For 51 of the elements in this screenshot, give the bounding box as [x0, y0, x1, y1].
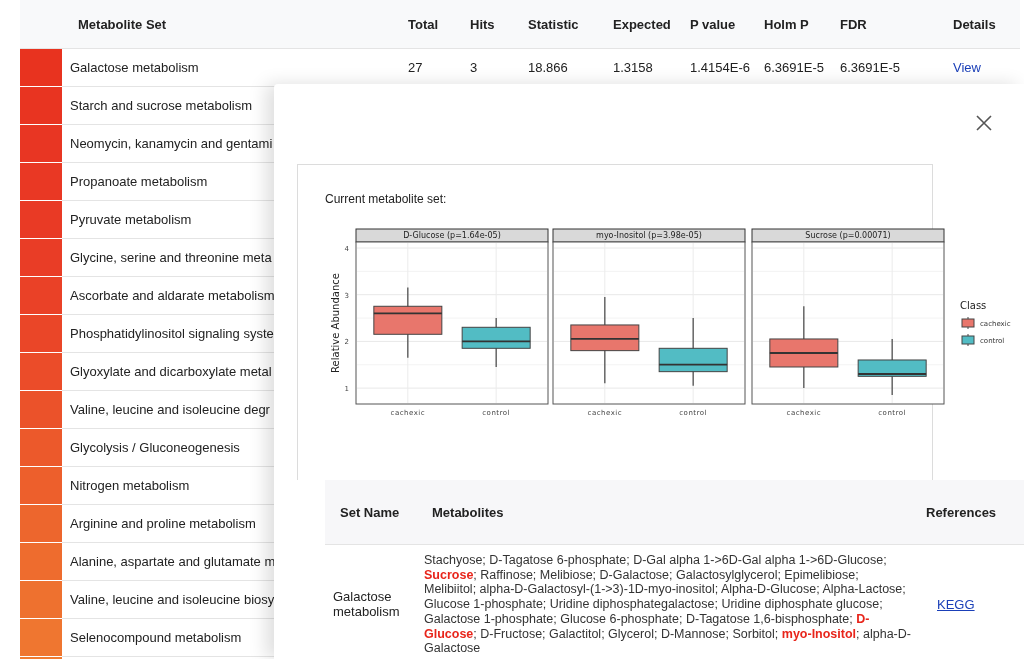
table-cell: Glycolysis / Gluconeogenesis — [70, 440, 240, 455]
box-whisker-drawing — [372, 287, 443, 359]
table-cell: Nitrogen metabolism — [70, 478, 190, 493]
table-cell: Neomycin, kanamycin and gentami — [70, 136, 273, 151]
axis-title: Relative Abundance — [330, 273, 341, 373]
table-cell: Pyruvate metabolism — [70, 212, 192, 227]
reference-link[interactable]: KEGG — [937, 596, 975, 612]
table-cell: 18.866 — [528, 60, 568, 75]
table-cell: Selenocompound metabolism — [70, 630, 242, 645]
table-cell: 1.3158 — [613, 60, 653, 75]
table-cell: Valine, leucine and isoleucine biosy — [70, 592, 275, 607]
table-cell: Galactose metabolism — [70, 60, 199, 75]
close-button[interactable] — [975, 114, 993, 132]
view-link[interactable]: View — [953, 60, 981, 75]
table-cell: 6.3691E-5 — [840, 60, 900, 75]
column-header: Details — [952, 15, 997, 34]
table-cell: 1.4154E-6 — [690, 60, 750, 75]
box-whisker-drawing — [658, 317, 729, 387]
table-cell: Ascorbate and aldarate metabolism — [70, 288, 275, 303]
table-cell: 6.3691E-5 — [764, 60, 824, 75]
column-header: Set Name — [340, 504, 400, 520]
table-cell: 27 — [408, 60, 423, 75]
column-header: Metabolites — [432, 504, 504, 520]
strip-label: D-Glucose (p=1.64e-05) — [403, 231, 501, 240]
table-cell: Phosphatidylinositol signaling syste — [70, 326, 274, 341]
table-cell: Glycine, serine and threonine meta — [70, 250, 272, 265]
table-cell: 3 — [470, 60, 478, 75]
strip-label: myo-Inositol (p=3.98e-05) — [596, 231, 702, 240]
column-header: FDR — [839, 15, 868, 34]
table-cell: Starch and sucrose metabolism — [70, 98, 253, 113]
close-icon — [976, 115, 992, 131]
column-header: Total — [407, 15, 440, 34]
table-cell: Valine, leucine and isoleucine degr — [70, 402, 270, 417]
table-cell: Arginine and proline metabolism — [70, 516, 256, 531]
table-cell: Alanine, aspartate and glutamate m — [70, 554, 276, 569]
legend-title: Class — [960, 300, 987, 311]
section-label: Current metabolite set: — [325, 192, 448, 206]
box-whisker-drawing — [461, 317, 532, 368]
column-header: P value — [689, 15, 737, 34]
column-header: Hits — [469, 15, 496, 34]
table-cell: Propanoate metabolism — [70, 174, 208, 189]
box-whisker-drawing — [857, 338, 928, 396]
metabolite-list: Stachyose; D-Tagatose 6-phosphate; D-Gal alpha 1->6D-Gal alpha 1->6D-Glucose; Sucrose; Raffinose; Melibiose; D-Galactose; Galactosylglycerol; Epimelibiose; Melibiitol; alpha-D-Galactosyl-(1->3)-1D-myo-inositol; Alpha-D-Glucose; Alpha-Lactose; Glucose 1-phosphate; Uridine diphosphategalactose; Uridine diphosphate glucose; Galactose 1-phosphate; Glucose 6-phosphate; D-Tagatose 1,6-bisphosphate; D-Glucose; D-Fructose; Galactitol; Glycerol; D-Mannose; Sorbitol; myo-Inositol; alpha-D-Galactose — [424, 553, 912, 656]
column-header: References — [926, 504, 997, 520]
column-header: Statistic — [527, 15, 580, 34]
strip-label: Sucrose (p=0.00071) — [805, 231, 891, 240]
column-header: Holm P — [763, 15, 810, 34]
table-cell-text: Galactose metabolism — [333, 589, 401, 620]
table-cell: Glyoxylate and dicarboxylate metal — [70, 364, 272, 379]
column-header: Metabolite Set — [77, 15, 168, 34]
column-header: Expected — [612, 15, 672, 34]
